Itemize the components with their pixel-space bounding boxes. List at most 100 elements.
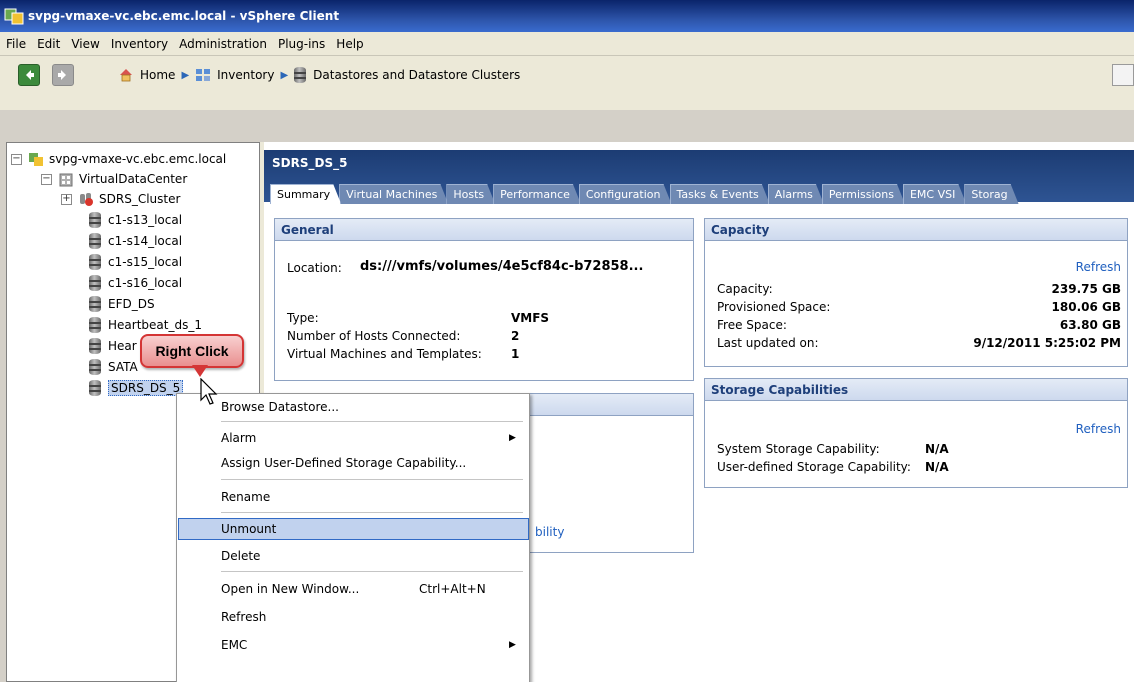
tab-hosts[interactable]: Hosts	[446, 184, 495, 204]
tab-tasks-events[interactable]: Tasks & Events	[670, 184, 770, 204]
menu-item-label: Browse Datastore...	[221, 400, 339, 414]
panel-title: General	[275, 219, 693, 241]
tree-item-datastore[interactable]: EFD_DS	[89, 294, 155, 314]
menu-item-browse-datastore[interactable]: Browse Datastore...	[179, 396, 527, 418]
breadcrumb-separator-icon: ▶	[280, 69, 289, 81]
tab-permissions[interactable]: Permissions	[822, 184, 905, 204]
tree-item-datastore[interactable]: c1-s13_local	[89, 210, 182, 230]
menu-item-label: Open in New Window...	[221, 582, 360, 596]
inventory-icon	[196, 69, 211, 81]
mouse-pointer-icon	[200, 378, 218, 405]
tree-item-label: Heartbeat_ds_1	[108, 318, 202, 332]
breadcrumb-current[interactable]: Datastores and Datastore Clusters	[313, 68, 520, 82]
provisioned-value: 180.06 GB	[1051, 300, 1121, 314]
object-header: SDRS_DS_5 Summary Virtual Machines Hosts…	[264, 150, 1134, 202]
system-capability-label: System Storage Capability:	[717, 442, 880, 456]
navigation-bar: Home ▶ Inventory ▶ Datastores and Datast…	[0, 56, 1134, 110]
expand-icon[interactable]: +	[61, 193, 72, 205]
menu-separator	[221, 512, 523, 513]
tab-performance[interactable]: Performance	[493, 184, 581, 204]
storage-capabilities-refresh-link[interactable]: Refresh	[1076, 422, 1121, 436]
menu-file[interactable]: File	[6, 37, 26, 51]
tree-item-datastore[interactable]: c1-s16_local	[89, 273, 182, 293]
tree-item-vcenter[interactable]: − svpg-vmaxe-vc.ebc.emc.local	[11, 149, 226, 169]
breadcrumb-inventory[interactable]: Inventory	[217, 68, 274, 82]
collapse-icon[interactable]: −	[41, 173, 52, 185]
tab-storage[interactable]: Storag	[964, 184, 1018, 204]
tab-configuration[interactable]: Configuration	[579, 184, 672, 204]
menu-administration[interactable]: Administration	[179, 37, 267, 51]
menu-inventory[interactable]: Inventory	[111, 37, 168, 51]
type-label: Type:	[287, 311, 319, 325]
menu-item-alarm[interactable]: Alarm ▶	[179, 427, 527, 449]
menu-item-label: Assign User-Defined Storage Capability..…	[221, 456, 467, 470]
collapse-icon[interactable]: −	[11, 153, 22, 165]
user-capability-value: N/A	[925, 460, 949, 474]
menu-item-open-new-window[interactable]: Open in New Window... Ctrl+Alt+N	[179, 578, 527, 600]
tab-emc-vsi[interactable]: EMC VSI	[903, 184, 966, 204]
tab-summary[interactable]: Summary	[270, 184, 341, 204]
tree-item-datastore[interactable]: c1-s15_local	[89, 252, 182, 272]
datastore-icon	[89, 317, 101, 333]
general-panel: General Location: ds:///vmfs/volumes/4e5…	[274, 218, 694, 381]
menu-item-shortcut: Ctrl+Alt+N	[419, 582, 486, 596]
tree-item-datastore[interactable]: c1-s14_local	[89, 231, 182, 251]
breadcrumb: Home ▶ Inventory ▶ Datastores and Datast…	[118, 64, 520, 86]
menu-item-unmount[interactable]: Unmount	[178, 518, 529, 540]
user-capability-label: User-defined Storage Capability:	[717, 460, 911, 474]
menu-bar: File Edit View Inventory Administration …	[0, 32, 1134, 56]
tree-item-label: c1-s13_local	[108, 213, 183, 227]
tree-item-label: c1-s14_local	[108, 234, 183, 248]
tree-item-label: SDRS_Cluster	[99, 192, 181, 206]
capacity-panel: Capacity Refresh Capacity: 239.75 GB Pro…	[704, 218, 1128, 367]
back-arrow-icon	[26, 70, 34, 80]
menu-separator	[221, 571, 523, 572]
datastore-icon	[89, 359, 101, 375]
menu-item-assign-storage-capability[interactable]: Assign User-Defined Storage Capability..…	[179, 452, 527, 474]
free-space-label: Free Space:	[717, 318, 787, 332]
menu-edit[interactable]: Edit	[37, 37, 60, 51]
menu-item-emc[interactable]: EMC ▶	[179, 634, 527, 656]
breadcrumb-home[interactable]: Home	[140, 68, 175, 82]
tree-item-datastore-selected[interactable]: SDRS_DS_5	[89, 378, 184, 398]
tab-alarms[interactable]: Alarms	[768, 184, 824, 204]
tree-item-datacenter[interactable]: − VirtualDataCenter	[41, 169, 187, 189]
menu-item-rename[interactable]: Rename	[179, 486, 527, 508]
object-title: SDRS_DS_5	[272, 156, 348, 170]
capacity-refresh-link[interactable]: Refresh	[1076, 260, 1121, 274]
forward-arrow-icon	[58, 70, 66, 80]
hosts-value: 2	[511, 329, 520, 343]
menu-item-refresh[interactable]: Refresh	[179, 606, 527, 628]
tree-item-label: SATA	[108, 360, 138, 374]
tree-item-datastore[interactable]: SATA	[89, 357, 138, 377]
menu-item-delete[interactable]: Delete	[179, 545, 527, 567]
type-value: VMFS	[511, 311, 550, 325]
datastore-icon	[89, 212, 101, 228]
menu-view[interactable]: View	[71, 37, 99, 51]
window-title: svpg-vmaxe-vc.ebc.emc.local - vSphere Cl…	[28, 9, 340, 23]
tab-virtual-machines[interactable]: Virtual Machines	[339, 184, 448, 204]
hosts-label: Number of Hosts Connected:	[287, 329, 461, 343]
tree-item-label: EFD_DS	[108, 297, 155, 311]
menu-item-label: EMC	[221, 638, 248, 652]
vcenter-icon	[29, 153, 43, 166]
datastore-icon	[89, 233, 101, 249]
menu-item-label: Unmount	[221, 522, 277, 536]
tree-item-datastore[interactable]: Hear	[89, 336, 137, 356]
datastore-icon	[89, 254, 101, 270]
back-button[interactable]	[18, 64, 40, 86]
context-menu: Browse Datastore... Alarm ▶ Assign User-…	[176, 393, 530, 682]
toolbar-overflow-button[interactable]	[1112, 64, 1134, 86]
tree-item-label: SDRS_DS_5	[108, 380, 184, 396]
datacenter-icon	[59, 173, 73, 187]
vsphere-app-icon	[4, 8, 24, 25]
menu-item-label: Alarm	[221, 431, 257, 445]
tree-item-datastore[interactable]: Heartbeat_ds_1	[89, 315, 202, 335]
forward-button[interactable]	[52, 64, 74, 86]
tree-item-label: Hear	[108, 339, 137, 353]
storage-capability-link[interactable]: bility	[535, 525, 564, 539]
vms-label: Virtual Machines and Templates:	[287, 347, 482, 361]
tree-item-cluster[interactable]: + SDRS_Cluster	[61, 189, 180, 209]
menu-plugins[interactable]: Plug-ins	[278, 37, 325, 51]
menu-help[interactable]: Help	[336, 37, 363, 51]
